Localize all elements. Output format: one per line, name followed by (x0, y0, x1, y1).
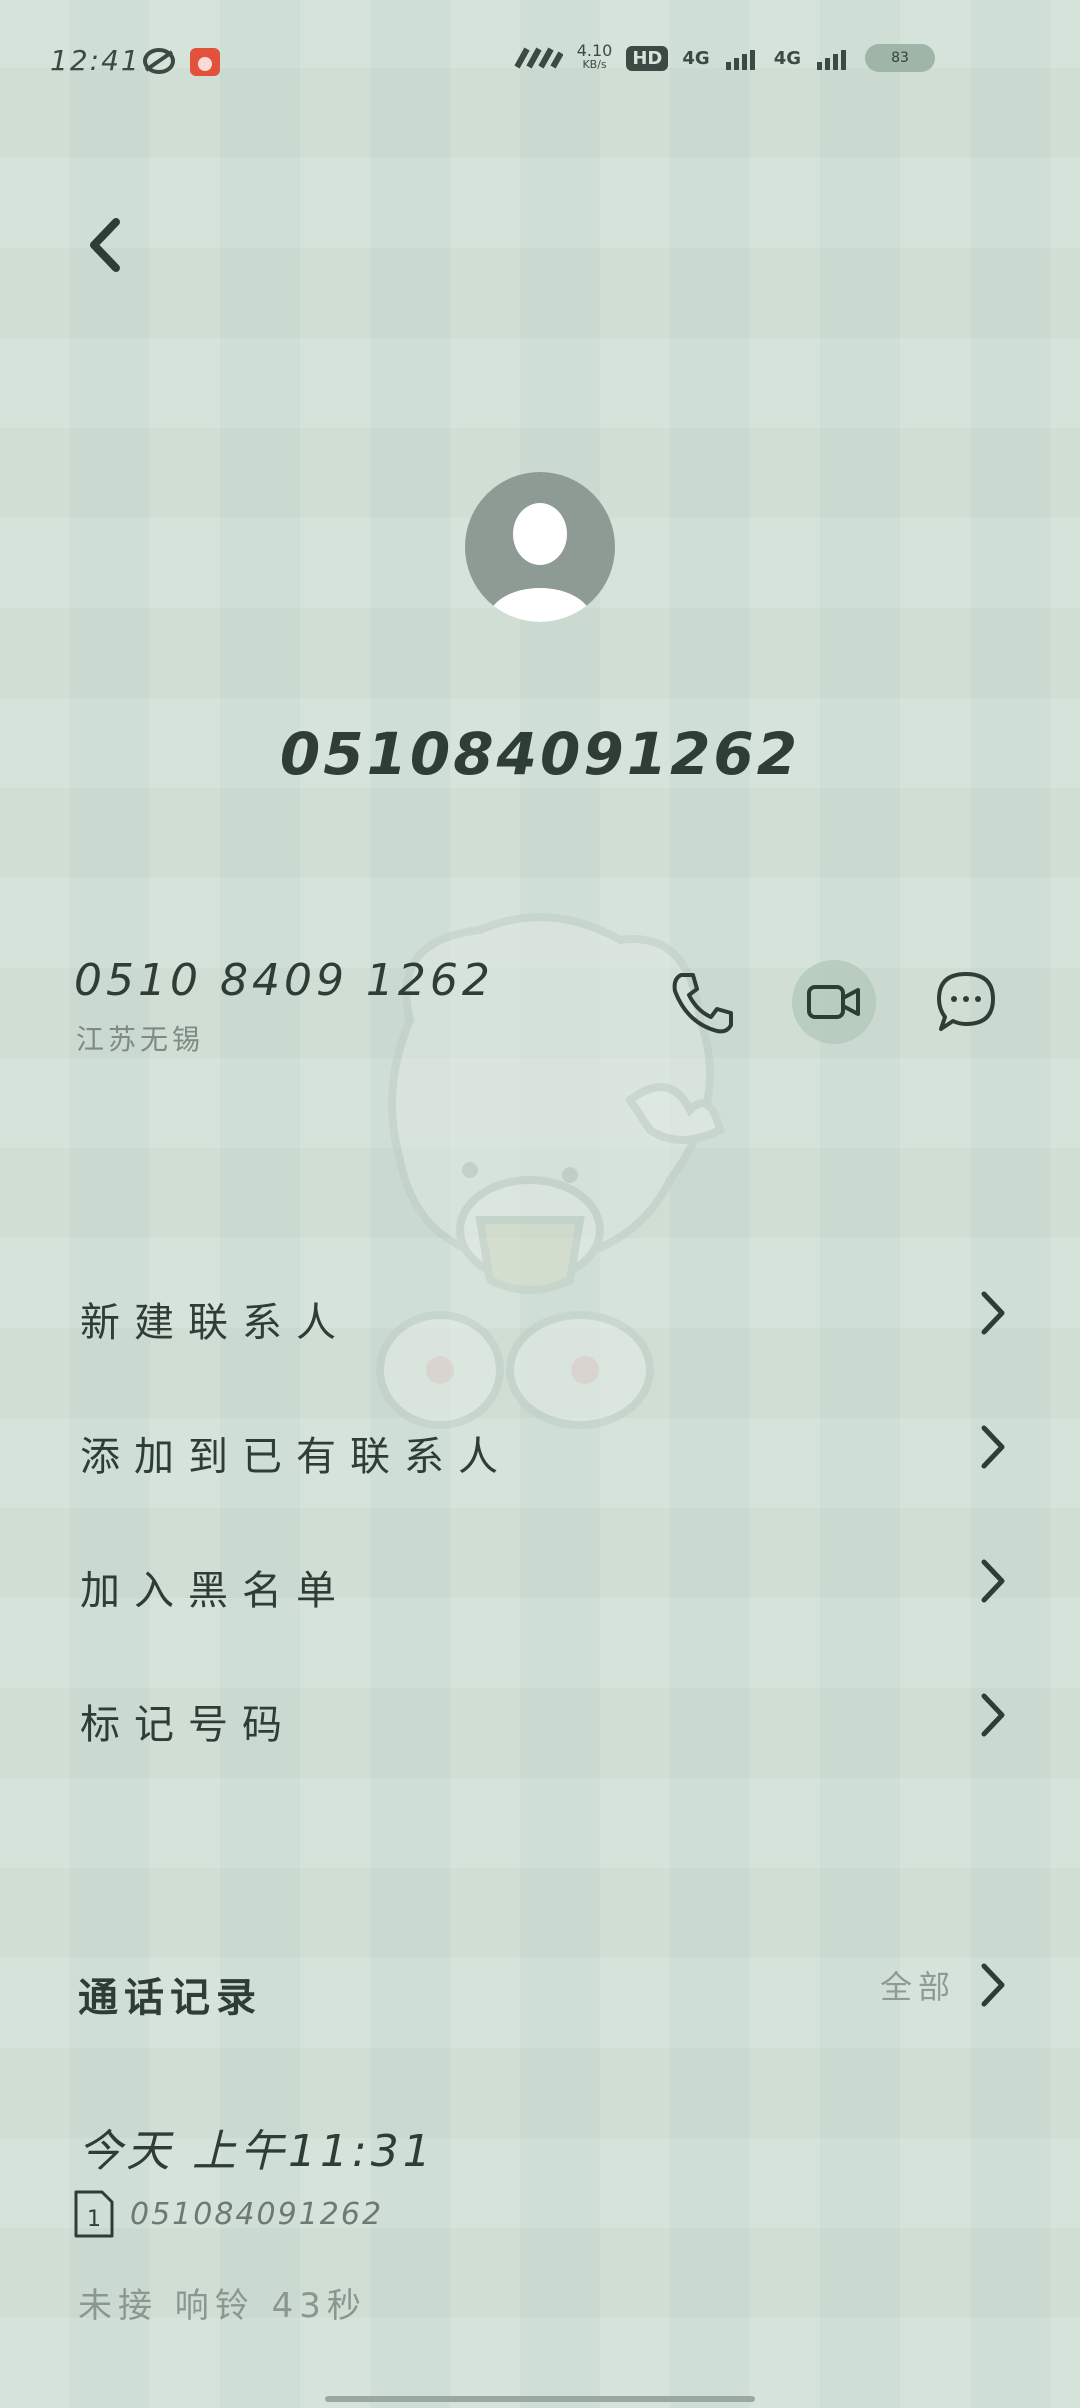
signal-label-1: 4G (682, 47, 710, 69)
phone-number[interactable]: 0510 8409 1262 (74, 955, 494, 1006)
chevron-right-icon (981, 1693, 1005, 1737)
menu-label: 新建联系人 (80, 1300, 350, 1346)
status-indicators: 4.10 KB/s HD 4G 4G 83 (513, 41, 935, 72)
chevron-right-icon (981, 1291, 1005, 1335)
sim-card-icon: 1 (74, 2190, 114, 2238)
menu-mark-number[interactable]: 标记号码 (0, 1652, 1080, 1786)
menu-label: 添加到已有联系人 (80, 1434, 512, 1480)
call-button[interactable] (660, 960, 744, 1044)
back-button[interactable] (80, 210, 130, 280)
menu-new-contact[interactable]: 新建联系人 (0, 1250, 1080, 1384)
chevron-right-icon (981, 1425, 1005, 1469)
net-speed: 4.10 (576, 41, 613, 60)
contact-avatar (465, 472, 615, 622)
signal-bars-icon-2 (817, 50, 846, 70)
battery-indicator: 83 (865, 44, 935, 72)
chevron-right-icon (981, 1963, 1005, 2007)
call-log-status: 未接 响铃 43秒 (78, 2286, 367, 2326)
home-indicator[interactable] (325, 2396, 755, 2402)
menu-label: 标记号码 (80, 1702, 296, 1748)
video-call-button[interactable] (792, 960, 876, 1044)
message-button[interactable] (924, 960, 1008, 1044)
chevron-right-icon (981, 1559, 1005, 1603)
call-log-sim-row: 1 051084091262 (72, 2188, 383, 2240)
person-icon (488, 503, 592, 622)
hd-badge: HD (626, 45, 669, 71)
signal-brand-icon (514, 47, 563, 69)
phone-icon (672, 973, 733, 1034)
signal-label-2: 4G (773, 47, 801, 69)
menu-block[interactable]: 加入黑名单 (0, 1518, 1080, 1652)
app-notification-icon-2 (188, 44, 222, 82)
menu-add-to-existing[interactable]: 添加到已有联系人 (0, 1384, 1080, 1518)
call-log-time: 今天 上午11:31 (78, 2126, 435, 2177)
signal-bars-icon (725, 50, 755, 70)
app-notification-icon (142, 46, 176, 80)
call-log-title: 通话记录 (78, 1975, 262, 2021)
call-log-all-button[interactable]: 全部 (880, 1960, 1008, 2010)
sim-slot-number: 1 (87, 2207, 101, 2232)
video-call-icon (807, 985, 860, 1019)
call-log-number: 051084091262 (130, 2196, 384, 2232)
message-icon (937, 972, 995, 1031)
status-time: 12:41 (50, 44, 141, 77)
call-log-all-label: 全部 (879, 1968, 956, 2006)
contact-number-title: 051084091262 (279, 720, 801, 788)
net-unit: KB/s (582, 58, 607, 71)
menu-label: 加入黑名单 (80, 1568, 350, 1614)
phone-location: 江苏无锡 (76, 1023, 205, 1056)
back-arrow-icon (90, 218, 120, 272)
